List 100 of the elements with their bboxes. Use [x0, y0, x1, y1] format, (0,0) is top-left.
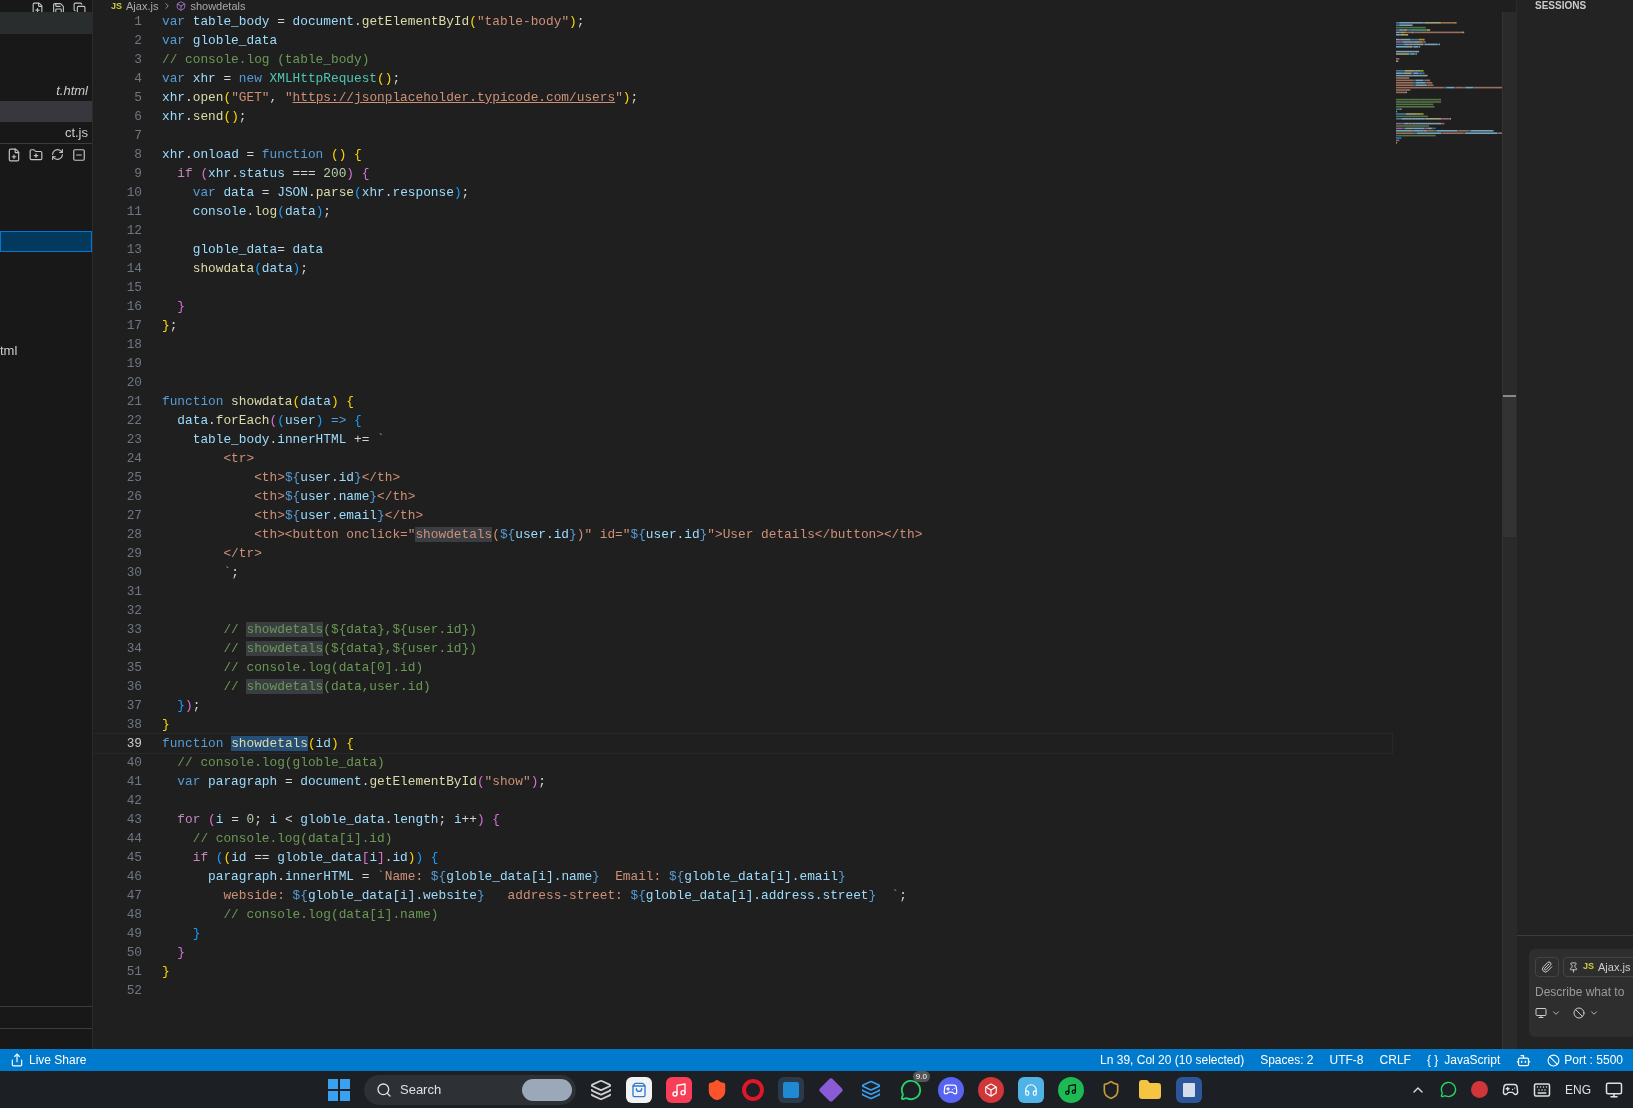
new-file-icon[interactable]: [7, 147, 21, 162]
line-number: 41: [125, 772, 142, 791]
line-number: 32: [125, 601, 142, 620]
line-number: 39: [125, 734, 142, 753]
breadcrumb-symbol[interactable]: showdetals: [190, 0, 246, 12]
collapse-icon[interactable]: [72, 147, 86, 162]
code-line: if ((id == globle_data[i].id)) {: [191, 848, 439, 867]
tree-row[interactable]: [0, 231, 92, 252]
file-row[interactable]: ct.js: [0, 122, 92, 143]
code-line: // console.log(data[0].id): [222, 658, 424, 677]
file-row[interactable]: t.html: [0, 80, 92, 101]
port-status[interactable]: Port : 5500: [1564, 1051, 1623, 1069]
chat-bubble-icon[interactable]: [1440, 1081, 1457, 1098]
music-note-icon[interactable]: [666, 1076, 692, 1103]
line-number: 51: [125, 962, 142, 981]
line-number: 9: [133, 164, 142, 183]
code-line: var globle_data: [162, 31, 278, 50]
attach-button[interactable]: [1535, 957, 1559, 977]
line-number: 50: [125, 943, 142, 962]
status-item[interactable]: Ln 39, Col 20 (10 selected): [1100, 1051, 1245, 1069]
cube-icon: [176, 1, 187, 11]
shield-icon[interactable]: [706, 1078, 728, 1101]
code-line: console.log(data);: [191, 202, 331, 221]
code-line: xhr.onload = function () {: [162, 145, 362, 164]
line-number: 25: [125, 468, 142, 487]
robot-icon[interactable]: [1516, 1052, 1532, 1068]
search-field[interactable]: Search: [364, 1074, 576, 1105]
line-number: 7: [133, 126, 142, 145]
language-indicator[interactable]: ENG: [1565, 1080, 1591, 1099]
monitor-icon[interactable]: [1535, 1007, 1547, 1019]
save-icon[interactable]: [52, 2, 65, 12]
context-chip[interactable]: JS Ajax.js: [1563, 957, 1633, 977]
code-line: `;: [222, 563, 239, 582]
status-item[interactable]: UTF-8: [1329, 1051, 1364, 1069]
line-number: 47: [125, 886, 142, 905]
code-line: // console.log(globle_data): [176, 753, 385, 772]
status-item[interactable]: CRLF: [1379, 1051, 1411, 1069]
code-line: function showdata(data) {: [162, 392, 354, 411]
code-line: <th><button onclick="showdetals(${user.id})" id="${user.id}">User details</button></th>: [253, 525, 923, 544]
desktop-icon[interactable]: [1605, 1080, 1623, 1099]
code-line: }: [162, 715, 170, 734]
code-line: }: [176, 943, 186, 962]
new-folder-icon[interactable]: [29, 147, 43, 162]
chevron-icon[interactable]: [1589, 1008, 1599, 1018]
minimap-drawing[interactable]: [1396, 22, 1502, 144]
code-line: xhr.send();: [162, 107, 247, 126]
live-share-button[interactable]: Live Share: [29, 1051, 87, 1069]
tree-row[interactable]: tml: [0, 340, 92, 361]
line-number: 42: [125, 791, 142, 810]
window-icon[interactable]: [73, 2, 86, 12]
folder-icon[interactable]: [1138, 1077, 1162, 1102]
line-number: 52: [125, 981, 142, 1000]
breadcrumb-file[interactable]: Ajax.js: [126, 0, 159, 12]
line-number: 37: [125, 696, 142, 715]
language-mode[interactable]: JavaScript: [1444, 1051, 1501, 1069]
code-line: for (i = 0; i < globle_data.length; i++) {: [176, 810, 500, 829]
line-number: 20: [125, 373, 142, 392]
scrollbar-thumb[interactable]: [1503, 397, 1516, 537]
chat-input-field[interactable]: Describe what to: [1535, 983, 1633, 1001]
code-line: };: [162, 316, 178, 335]
line-number: 12: [125, 221, 142, 240]
code-line: if (xhr.status === 200) {: [176, 164, 370, 183]
status-item[interactable]: Spaces: 2: [1260, 1051, 1314, 1069]
code-line: <th>${user.id}</th>: [253, 468, 401, 487]
code-line: <th>${user.name}</th>: [253, 487, 416, 506]
slashed-circle-icon[interactable]: [1573, 1007, 1585, 1019]
windows-logo-icon[interactable]: [328, 1078, 350, 1101]
line-number: 15: [125, 278, 142, 297]
gamepad-icon[interactable]: [1502, 1081, 1519, 1098]
code-line: <th>${user.email}</th>: [253, 506, 424, 525]
new-file-icon[interactable]: [31, 2, 44, 12]
line-number: 18: [125, 335, 142, 354]
gamepad-icon[interactable]: [938, 1076, 964, 1103]
line-number: 10: [125, 183, 142, 202]
pin-icon: [1568, 961, 1579, 973]
line-number: 21: [125, 392, 142, 411]
code-line: </tr>: [222, 544, 262, 563]
line-number: 34: [125, 639, 142, 658]
ring-icon[interactable]: [742, 1078, 764, 1101]
shopping-bag-icon[interactable]: [626, 1076, 652, 1103]
code-line: xhr.open("GET", "https://jsonplaceholder.typicode.com/users");: [162, 88, 639, 107]
scrollbar-track[interactable]: [1502, 12, 1516, 1049]
line-number: 43: [125, 810, 142, 829]
line-number: 44: [125, 829, 142, 848]
keyboard-icon[interactable]: [1533, 1080, 1551, 1099]
task-view-icon[interactable]: [590, 1078, 612, 1101]
chip-label: Ajax.js: [1598, 959, 1631, 975]
code-line: }: [176, 297, 186, 316]
code-line: globle_data= data: [191, 240, 324, 259]
line-number: 27: [125, 506, 142, 525]
code-line: }: [162, 962, 170, 981]
scroll-marker: [1503, 395, 1516, 397]
panel-title: SESSIONS: [1534, 0, 1588, 11]
refresh-icon[interactable]: [51, 148, 64, 161]
line-number: 40: [125, 753, 142, 772]
share-icon: [10, 1053, 24, 1067]
line-number: 11: [125, 202, 142, 221]
braces-glyph: { }: [1426, 1052, 1439, 1069]
code-line: function showdetals(id) {: [162, 734, 354, 753]
chevron-icon[interactable]: [1551, 1008, 1561, 1018]
